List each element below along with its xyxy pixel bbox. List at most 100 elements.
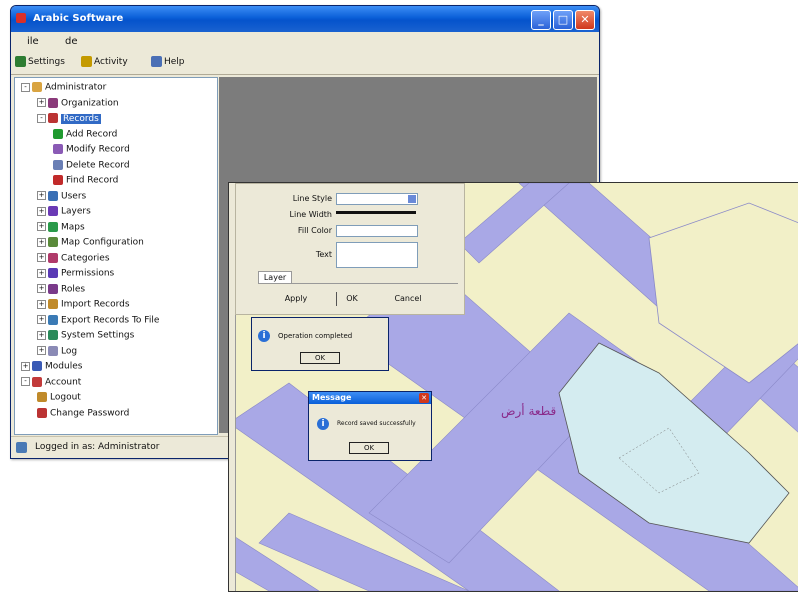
tree-item[interactable]: + Export Records To File (37, 314, 160, 327)
dialog-message: Record saved successfully (337, 420, 416, 427)
collapse-icon[interactable]: - (21, 82, 30, 92)
tree-item[interactable]: + Organization (37, 97, 119, 110)
apply-button[interactable]: Apply (276, 292, 316, 306)
expand-icon[interactable]: + (21, 361, 30, 371)
cancel-button[interactable]: Cancel (386, 292, 430, 306)
add-icon (53, 128, 63, 139)
expand-icon[interactable]: + (37, 268, 46, 278)
menu-edit[interactable]: de (65, 36, 78, 47)
toolbar-activity-button[interactable]: Activity (81, 56, 128, 70)
tree-item-label: Export Records To File (61, 315, 160, 325)
tree-item[interactable]: - Records (37, 113, 101, 125)
tree-item[interactable]: + Maps (37, 221, 85, 234)
line-style-select[interactable] (336, 193, 418, 205)
records-icon (48, 113, 58, 123)
permission-icon (48, 268, 58, 278)
menu-file[interactable]: ile (27, 36, 39, 47)
expand-icon[interactable]: + (37, 206, 46, 216)
maximize-button[interactable]: □ (553, 10, 573, 30)
tree-item-label: Users (61, 191, 87, 201)
minimize-button[interactable]: _ (531, 10, 551, 30)
tree-item[interactable]: + Layers (37, 206, 91, 218)
delete-icon (53, 159, 63, 170)
navigation-tree[interactable]: - Administrator + Organization - Records Add R… (14, 77, 218, 435)
help-icon (151, 56, 162, 67)
config-icon (48, 237, 58, 247)
expand-icon[interactable]: + (37, 237, 46, 247)
tree-item-label: Records (61, 113, 101, 124)
tree-item[interactable]: + Import Records (37, 299, 130, 311)
log-icon (48, 345, 58, 356)
dialog-small-message: Operation completed (278, 332, 353, 340)
close-button[interactable]: ✕ (575, 10, 595, 30)
dialog-small-ok-button[interactable]: OK (300, 352, 340, 364)
tree-item[interactable]: Add Record (53, 128, 118, 141)
expand-icon[interactable]: + (37, 191, 46, 200)
dialog-close-button[interactable]: ✕ (419, 393, 429, 403)
users-icon (48, 190, 58, 201)
tree-item-label: Permissions (61, 268, 115, 279)
home-icon (32, 82, 42, 92)
tree-item[interactable]: Modify Record (53, 144, 130, 156)
tree-item[interactable]: + Log (37, 345, 78, 358)
tree-item-label: Modify Record (66, 144, 130, 155)
prop-label-line-width: Line Width (289, 210, 332, 219)
text-area[interactable] (336, 242, 418, 268)
window-title: Arabic Software (33, 13, 124, 24)
tree-item[interactable]: + System Settings (37, 330, 134, 342)
expand-icon[interactable]: + (37, 346, 46, 355)
org-icon (48, 97, 58, 108)
collapse-icon[interactable]: - (21, 377, 30, 386)
expand-icon[interactable]: + (37, 330, 46, 340)
tree-item-label: Delete Record (66, 160, 130, 170)
toolbar-settings-button[interactable]: Settings (15, 56, 65, 70)
tree-item-label: Change Password (50, 408, 130, 418)
properties-panel: Line Style Line Width Fill Color Text La… (235, 183, 465, 315)
map-window: قطعة أرض Line Style Line Width Fill Colo… (228, 182, 798, 592)
tree-item[interactable]: + Map Configuration (37, 237, 144, 249)
line-width-preview[interactable] (336, 211, 416, 214)
password-icon (37, 407, 47, 418)
ok-button[interactable]: OK (336, 292, 367, 306)
tree-item[interactable]: - Administrator (21, 82, 106, 94)
pencil-icon (81, 56, 92, 67)
import-icon (48, 299, 58, 309)
status-text: Logged in as: Administrator (35, 442, 160, 452)
tree-item[interactable]: + Modules (21, 361, 82, 373)
message-dialog: Message ✕ i Record saved successfully OK (308, 391, 432, 461)
expand-icon[interactable]: + (37, 253, 46, 262)
roles-icon (48, 283, 58, 294)
check-icon (53, 144, 63, 154)
settings-icon (48, 330, 58, 340)
find-icon (53, 175, 63, 185)
expand-icon[interactable]: + (37, 98, 46, 107)
toolbar-help-label: Help (164, 57, 185, 67)
tree-item[interactable]: + Permissions (37, 268, 114, 280)
tree-item-label: Log (61, 346, 78, 356)
tree-item[interactable]: Logout (37, 392, 81, 404)
tree-item[interactable]: + Roles (37, 283, 85, 296)
expand-icon[interactable]: + (37, 222, 46, 231)
tree-item[interactable]: + Categories (37, 252, 110, 265)
collapse-icon[interactable]: - (37, 113, 46, 123)
tree-item[interactable]: + Users (37, 190, 87, 203)
tree-item-label: Modules (45, 361, 83, 372)
dialog-ok-button[interactable]: OK (349, 442, 389, 454)
expand-icon[interactable]: + (37, 315, 46, 324)
prop-label-line-style: Line Style (292, 194, 332, 203)
tree-item[interactable]: Change Password (37, 407, 130, 420)
tree-item[interactable]: Find Record (53, 175, 118, 187)
tree-item[interactable]: Delete Record (53, 159, 130, 172)
expand-icon[interactable]: + (37, 299, 46, 309)
fill-color-input[interactable] (336, 225, 418, 237)
layers-icon (48, 206, 58, 216)
expand-icon[interactable]: + (37, 284, 46, 293)
prop-label-fill-color: Fill Color (297, 226, 332, 235)
toolbar-help-button[interactable]: Help (151, 56, 185, 70)
menu-bar: ile de (11, 32, 599, 52)
tree-item-label: Import Records (61, 299, 130, 310)
tree-item[interactable]: - Account (21, 376, 81, 389)
info-dialog-small: i Operation completed OK (251, 317, 389, 371)
title-bar[interactable]: Arabic Software _ □ ✕ (11, 6, 599, 32)
tree-item-label: Add Record (66, 129, 118, 139)
